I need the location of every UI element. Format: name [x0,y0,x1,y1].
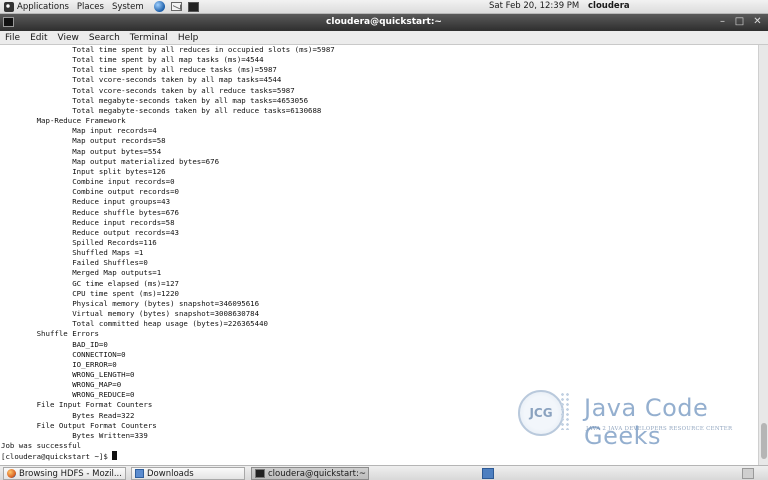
terminal-line: Input split bytes=126 [1,166,166,176]
terminal-line: Reduce output records=43 [1,227,179,237]
terminal-line: Combine output records=0 [1,187,179,197]
terminal-prompt-line[interactable]: [cloudera@quickstart ~]$ [1,451,758,461]
terminal-line: Merged Map outputs=1 [1,268,162,278]
text-cursor [112,451,118,461]
window-titlebar[interactable]: cloudera@quickstart:~ – □ ✕ [0,14,768,31]
close-button[interactable]: ✕ [751,16,764,28]
terminal-line: Total vcore-seconds taken by all reduce … [1,85,295,95]
terminal-scrollbar[interactable] [758,45,768,465]
system-menu-label: System [111,1,144,12]
watermark-logo: JCG Java Code Geeks JAVA 2 JAVA DEVELOPE… [518,388,748,450]
terminal-launcher-icon[interactable] [187,1,199,12]
mail-icon[interactable] [170,2,182,11]
terminal-line: GC time elapsed (ms)=127 [1,278,179,288]
terminal-line: Virtual memory (bytes) snapshot=30086307… [1,309,260,319]
watermark-tagline: JAVA 2 JAVA DEVELOPERS RESOURCE CENTER [586,426,733,432]
watermark-name: Java Code Geeks [584,394,709,450]
terminal-line: Map-Reduce Framework [1,116,126,126]
terminal-line: Shuffle Errors [1,329,99,339]
menu-bar: File Edit View Search Terminal Help [0,31,768,45]
terminal-line: CONNECTION=0 [1,349,126,359]
applications-menu[interactable]: Applications [0,0,73,14]
logo-dots [560,392,570,430]
system-menu[interactable]: System [108,0,148,14]
terminal-line: Map output materialized bytes=676 [1,156,220,166]
terminal-line: Combine input records=0 [1,177,175,187]
terminal-line: Shuffled Maps =1 [1,248,144,258]
menu-view[interactable]: View [53,33,84,43]
terminal-line: IO_ERROR=0 [1,359,117,369]
folder-icon [135,469,144,478]
workspace-switcher-1[interactable] [482,468,494,479]
top-panel: Applications Places System Sat Feb 20, 1… [0,0,768,14]
places-menu-label: Places [76,1,104,12]
jcg-logo-icon: JCG [518,390,564,436]
terminal-line: Total time spent by all reduce tasks (ms… [1,65,277,75]
terminal-line: Total committed heap usage (bytes)=22636… [1,319,268,329]
terminal-line: Physical memory (bytes) snapshot=3460956… [1,298,260,308]
terminal-line: Spilled Records=116 [1,237,157,247]
menu-help[interactable]: Help [173,33,204,43]
panel-clock[interactable]: Sat Feb 20, 12:39 PM [489,1,579,11]
terminal-line: Total megabyte-seconds taken by all redu… [1,105,322,115]
terminal-line: Total time spent by all map tasks (ms)=4… [1,55,264,65]
taskbar: Browsing HDFS - Mozil... Downloads cloud… [0,465,768,480]
menu-terminal[interactable]: Terminal [125,33,173,43]
workspace-switcher-2[interactable] [742,468,754,479]
terminal-line: BAD_ID=0 [1,339,108,349]
terminal-line: Total time spent by all reduces in occup… [1,45,335,54]
taskbar-item-browser[interactable]: Browsing HDFS - Mozil... [3,467,126,480]
browser-globe-icon[interactable] [153,1,165,12]
terminal-line: CPU time spent (ms)=1220 [1,288,179,298]
menu-search[interactable]: Search [84,33,125,43]
terminal-line: Total megabyte-seconds taken by all map … [1,95,309,105]
panel-user-menu[interactable]: cloudera [588,1,630,11]
terminal-line: Map output records=58 [1,136,166,146]
applications-icon [4,1,14,12]
places-menu[interactable]: Places [73,0,108,14]
taskbar-item-label: Downloads [147,468,194,479]
menu-file[interactable]: File [0,33,25,43]
shell-prompt: [cloudera@quickstart ~]$ [1,452,113,462]
firefox-icon [7,469,16,478]
terminal-line: Reduce input groups=43 [1,197,171,207]
terminal-icon [255,469,265,478]
terminal-line: Map output bytes=554 [1,146,162,156]
terminal-line: Map input records=4 [1,126,157,136]
taskbar-item-downloads[interactable]: Downloads [131,467,245,480]
taskbar-item-label: Browsing HDFS - Mozil... [19,468,122,479]
maximize-button[interactable]: □ [733,16,746,28]
menu-edit[interactable]: Edit [25,33,52,43]
terminal-line: WRONG_LENGTH=0 [1,370,135,379]
applications-menu-label: Applications [17,1,69,12]
scrollbar-thumb[interactable] [761,423,767,459]
terminal-line: Reduce input records=58 [1,217,175,227]
window-title: cloudera@quickstart:~ [326,17,442,27]
minimize-button[interactable]: – [716,16,729,28]
terminal-line: Failed Shuffles=0 [1,258,148,268]
terminal-line: Reduce shuffle bytes=676 [1,207,179,217]
taskbar-item-label: cloudera@quickstart:~ [268,468,366,479]
terminal-line: Total vcore-seconds taken by all map tas… [1,75,282,85]
taskbar-item-terminal[interactable]: cloudera@quickstart:~ [251,467,369,480]
